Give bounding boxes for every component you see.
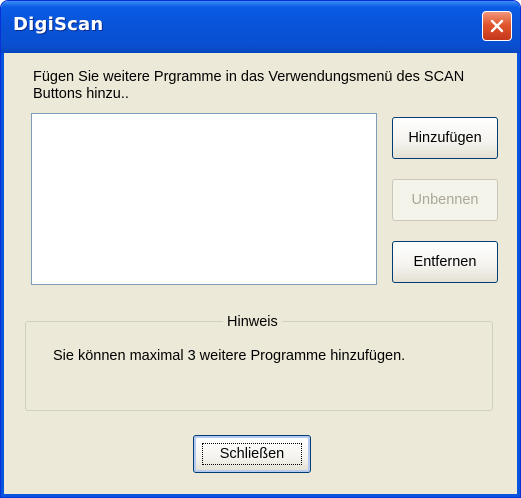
window-frame-left (1, 53, 4, 497)
hint-groupbox-title: Hinweis (223, 314, 282, 330)
window-frame-right (517, 53, 520, 497)
rename-button[interactable]: Unbennen (392, 179, 498, 221)
title-bar[interactable]: DigiScan (1, 1, 520, 53)
window-frame-bottom (1, 494, 520, 497)
close-dialog-button[interactable]: Schließen (193, 435, 311, 473)
dialog-window: DigiScan Fügen Sie weitere Prgramme in d… (0, 0, 521, 498)
hint-groupbox (25, 321, 493, 411)
remove-button[interactable]: Entfernen (392, 241, 498, 283)
window-title: DigiScan (13, 14, 104, 35)
add-button[interactable]: Hinzufügen (392, 117, 498, 159)
close-icon (490, 19, 504, 33)
window-close-button[interactable] (482, 11, 512, 41)
hint-text: Sie können maximal 3 weitere Programme h… (53, 348, 406, 364)
instruction-text: Fügen Sie weitere Prgramme in das Verwen… (33, 69, 465, 102)
close-dialog-button-label: Schließen (219, 446, 285, 462)
program-listbox[interactable] (31, 113, 377, 285)
